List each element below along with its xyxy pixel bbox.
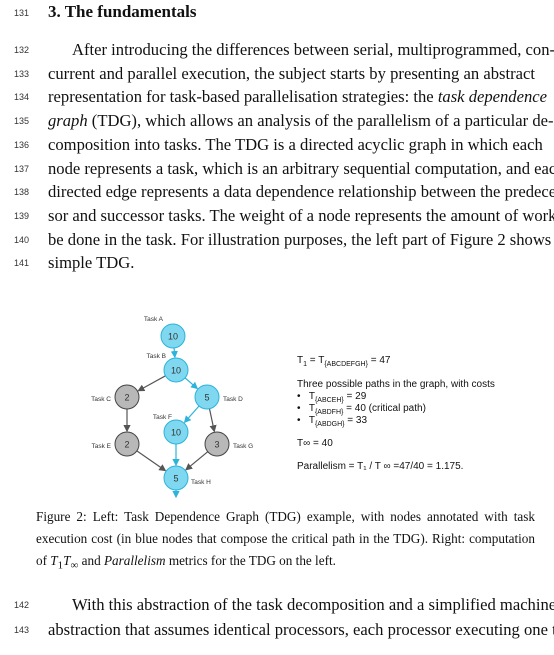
task-label: Task E (91, 443, 111, 450)
task-label: Task A (144, 316, 164, 323)
task-label: Task B (146, 353, 166, 360)
task-label: Task D (223, 396, 243, 403)
text-line: abstraction that assumes identical proce… (48, 619, 554, 639)
figure-caption-line: Figure 2: Left: Task Dependence Graph (T… (36, 509, 535, 524)
figure-caption-line: of T1T∞ and Parallelism metrics for the … (36, 553, 336, 572)
task-cost: 10 (171, 366, 181, 376)
task-label: Task C (91, 396, 111, 403)
task-label: Task F (153, 414, 172, 421)
edge-B-C (137, 375, 166, 392)
task-cost: 3 (214, 440, 219, 450)
task-cost: 10 (171, 428, 181, 438)
task-label: Task G (233, 443, 253, 450)
edge-G-H (185, 451, 209, 471)
t1-formula: T1 = T{ABCDEFGH} = 47 (297, 355, 391, 368)
task-label: Task H (191, 479, 211, 486)
edge-D-G (208, 408, 217, 433)
task-cost: 10 (168, 332, 178, 342)
text-line: With this abstraction of the task decomp… (72, 595, 554, 614)
task-cost: 5 (173, 474, 178, 484)
parallelism-value: Parallelism = T₁ / T ∞ =47/40 = 1.175. (297, 461, 464, 472)
line-number: 142 (14, 600, 30, 610)
task-cost: 2 (124, 393, 129, 403)
figure-caption-line: execution cost (in blue nodes that compo… (36, 531, 535, 546)
paths-intro: Three possible paths in the graph, with … (297, 379, 495, 390)
edge-D-F (183, 405, 200, 424)
edge-E-H (136, 450, 167, 472)
path-item: • T{ABDGH} = 33 (297, 415, 368, 428)
line-number: 143 (14, 624, 30, 635)
task-cost: 5 (204, 393, 209, 403)
task-cost: 2 (124, 440, 129, 450)
edge-B-D (184, 377, 199, 390)
tinf-value: T∞ = 40 (297, 438, 333, 449)
edge-A-B (170, 347, 178, 359)
